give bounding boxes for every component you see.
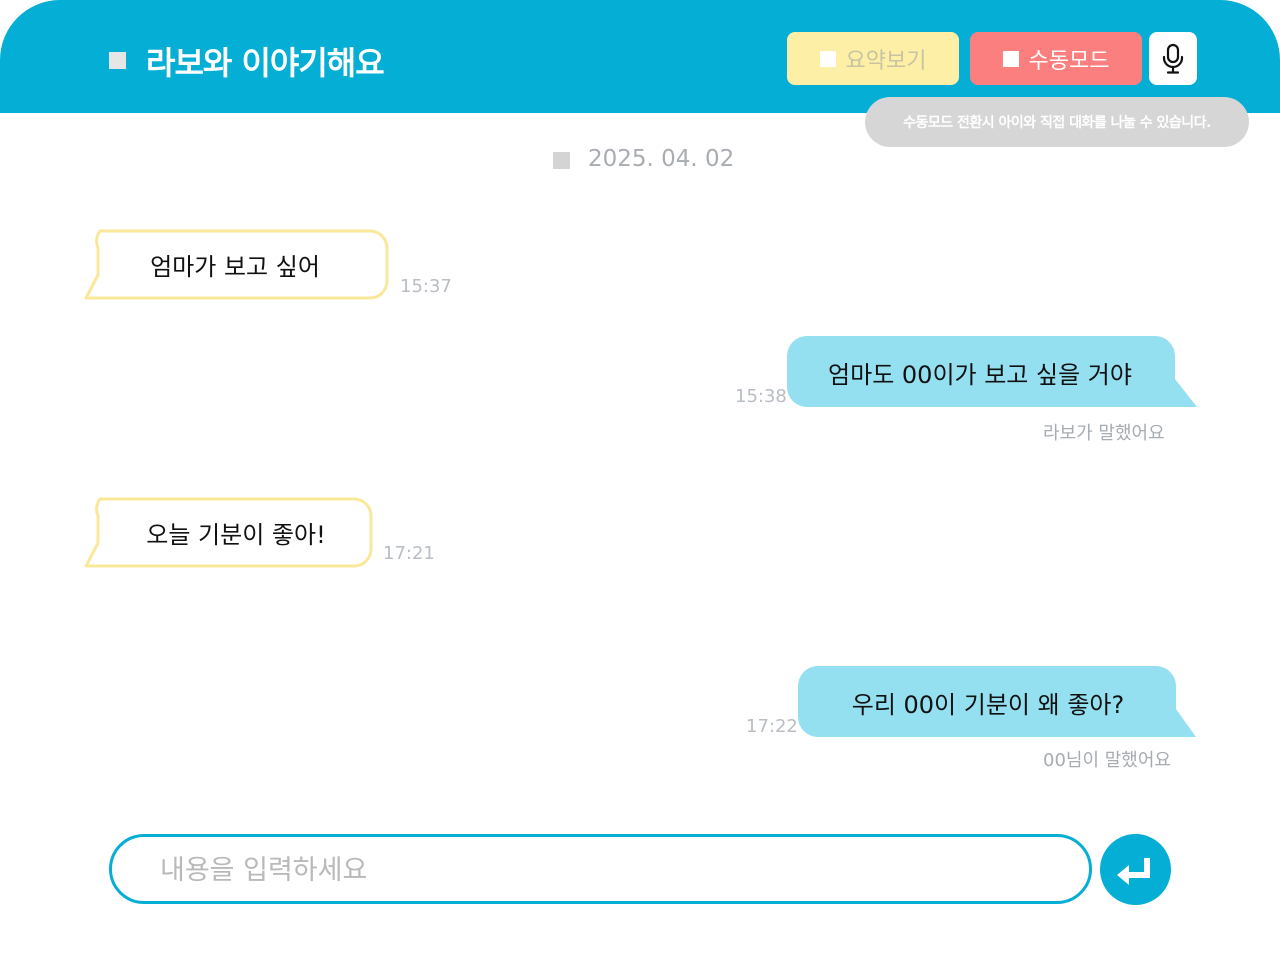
send-button[interactable]: [1100, 834, 1171, 905]
message-time: 17:21: [383, 543, 435, 564]
summary-button-label: 요약보기: [845, 48, 927, 74]
message-time: 15:38: [735, 386, 787, 407]
message-text: 엄마가 보고 싶어: [150, 252, 320, 281]
summary-button[interactable]: 요약보기: [787, 32, 959, 85]
manual-mode-button-label: 수동모드: [1028, 48, 1110, 74]
manual-mode-tooltip: 수동모드 전환시 아이와 직접 대화를 나눌 수 있습니다.: [865, 97, 1249, 147]
message-speaker: 라보가 말했어요: [1043, 423, 1165, 444]
manual-square-icon: [1002, 50, 1019, 67]
message-text: 엄마도 00이가 보고 싶을 거야: [828, 360, 1132, 389]
summary-square-icon: [819, 50, 836, 67]
message-time: 15:37: [400, 276, 452, 297]
message-text: 오늘 기분이 좋아!: [146, 520, 326, 549]
mic-button[interactable]: [1149, 32, 1197, 85]
microphone-icon: [1162, 43, 1184, 74]
date-square-icon: [553, 152, 570, 169]
message-time: 17:22: [746, 716, 798, 737]
manual-mode-button[interactable]: 수동모드: [970, 32, 1142, 85]
message-speaker: 00님이 말했어요: [1043, 750, 1171, 771]
chat-screen: 라보와 이야기해요 요약보기 수동모드 수동모드 전환시 아이와 직접 대화를 …: [0, 0, 1280, 960]
title-square-icon: [109, 52, 126, 69]
page-title: 라보와 이야기해요: [146, 44, 385, 82]
message-input[interactable]: [158, 845, 1042, 895]
enter-icon: [1117, 858, 1150, 885]
message-text: 우리 00이 기분이 왜 좋아?: [851, 690, 1125, 719]
chat-date: 2025. 04. 02: [588, 146, 735, 172]
message-input-box: [109, 834, 1092, 904]
